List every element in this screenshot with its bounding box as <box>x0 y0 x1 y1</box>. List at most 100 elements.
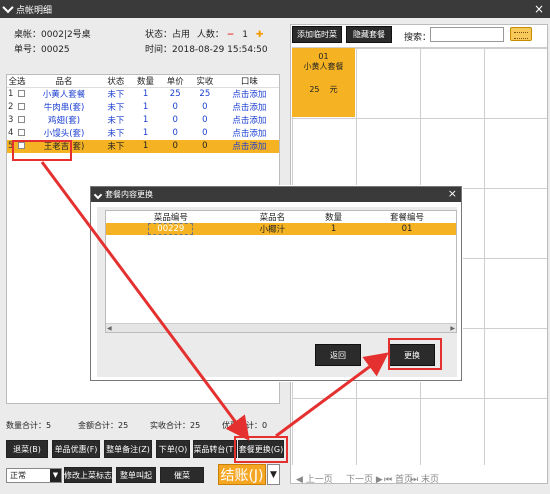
prev-page-icon: ◀ <box>296 475 303 485</box>
package-contents-table: 菜品编号 菜品名 数量 套餐编号 00229 小椰汁 1 01 <box>106 211 456 235</box>
dish-tile[interactable]: 01 小黄人套餐 25 元 <box>292 48 355 117</box>
paid-header: 实收 <box>190 75 220 88</box>
order-number-value: 00025 <box>41 45 70 55</box>
dish-name-header: 菜品名 <box>259 213 286 223</box>
table-value: 0002|2号桌 <box>41 30 91 40</box>
item-status: 未下 <box>107 103 125 113</box>
window-title: 点帐明细 <box>16 5 53 16</box>
dialog-titlebar: 套餐内容更换 × <box>91 187 461 202</box>
chevron-down-icon[interactable]: ▼ <box>50 469 61 482</box>
item-paid: 0 <box>202 115 208 125</box>
modify-serve-flag-button[interactable]: 修改上菜标志 <box>64 467 112 483</box>
whole-call-button[interactable]: 整单叫起 <box>116 467 156 483</box>
table-row[interactable]: 2 牛肉串(套) 未下 1 0 0 点击添加 <box>7 101 279 114</box>
replace-button[interactable]: 更换 <box>389 344 435 366</box>
people-plus-button[interactable]: ✚ <box>256 30 264 40</box>
dish-price-line: 25 元 <box>292 84 355 95</box>
status-header: 状态 <box>101 75 131 88</box>
close-icon[interactable]: × <box>534 2 544 16</box>
prev-page-label: 上一页 <box>305 475 333 485</box>
item-qty: 1 <box>142 89 149 100</box>
row-checkbox[interactable] <box>17 142 25 149</box>
order-note-button[interactable]: 整单备注(Z) <box>104 440 152 458</box>
scroll-right-icon[interactable]: ▶ <box>450 325 455 332</box>
hide-package-button[interactable]: 隐藏套餐 <box>346 26 392 43</box>
item-paid: 0 <box>202 102 208 112</box>
item-name: 鸡翅(套) <box>47 116 81 126</box>
paid-total-label: 实收合计： <box>150 421 190 430</box>
flavor-header: 口味 <box>219 75 279 88</box>
keyboard-icon[interactable] <box>510 27 532 41</box>
app-icon <box>2 1 14 14</box>
item-qty: 1 <box>130 139 161 153</box>
table-row-selected[interactable]: 00229 小椰汁 1 01 <box>106 223 456 235</box>
status-people-info: 状态：占用 人数： − 1 ✚ <box>145 27 263 40</box>
dish-qty-header: 数量 <box>325 213 343 223</box>
window-titlebar: 点帐明细 × <box>0 0 550 18</box>
item-paid: 0 <box>202 128 208 138</box>
back-button[interactable]: 返回 <box>315 344 361 366</box>
item-flavor-link[interactable]: 点击添加 <box>220 114 279 127</box>
item-name: 牛肉串(套) <box>43 103 85 113</box>
item-flavor-link[interactable]: 点击添加 <box>220 127 279 140</box>
next-page-icon: ▶ <box>375 475 383 485</box>
dialog-close-icon[interactable]: × <box>448 187 457 200</box>
return-dish-button[interactable]: 退菜(B) <box>6 440 48 458</box>
table-row[interactable]: 4 小馒头(套) 未下 1 0 0 点击添加 <box>7 127 279 140</box>
item-status: 未下 <box>107 116 125 126</box>
package-code-cell: 01 <box>358 223 456 235</box>
place-order-button[interactable]: 下单(O) <box>156 440 190 458</box>
item-flavor-link[interactable]: 点击添加 <box>219 139 279 153</box>
dish-code-header: 菜品编号 <box>153 213 188 223</box>
package-replace-button[interactable]: 套餐更换(G) <box>238 440 284 458</box>
horizontal-scrollbar[interactable]: ◀ ▶ <box>106 323 456 332</box>
checkout-button[interactable]: 结账(J) <box>218 464 266 485</box>
qty-total-label: 数量合计： <box>6 421 46 430</box>
scroll-left-icon[interactable]: ◀ <box>107 325 112 332</box>
item-name: 小馒头(套) <box>43 129 85 139</box>
item-qty: 1 <box>142 102 149 112</box>
row-checkbox[interactable] <box>17 116 25 123</box>
status-label: 状态： <box>145 30 173 40</box>
add-temp-dish-button[interactable]: 添加临时菜 <box>292 26 342 43</box>
row-checkbox[interactable] <box>17 129 25 136</box>
first-page-link[interactable]: ⏮ 首页 <box>384 472 413 485</box>
select-all-header[interactable]: 全选 <box>7 75 27 88</box>
table-row[interactable]: 1 小黄人套餐 未下 1 25 25 点击添加 <box>7 88 279 101</box>
item-name: 王老吉(套) <box>27 139 102 153</box>
qty-header: 数量 <box>130 75 161 88</box>
transfer-dish-button[interactable]: 菜品转台(T) <box>193 440 237 458</box>
row-index: 2 <box>8 102 14 112</box>
name-header: 品名 <box>27 75 102 88</box>
prev-page-link[interactable]: ◀ 上一页 <box>296 472 333 485</box>
item-flavor-link[interactable]: 点击添加 <box>220 101 279 114</box>
people-minus-button[interactable]: − <box>227 30 235 40</box>
item-discount-button[interactable]: 单品优惠(F) <box>52 440 100 458</box>
search-input[interactable] <box>430 27 504 42</box>
table-row-selected[interactable]: 5 王老吉(套) 未下 1 0 0 点击添加 <box>7 139 279 153</box>
paid-total: 实收合计：25 <box>150 420 200 431</box>
item-name: 小黄人套餐 <box>42 90 86 101</box>
time-info: 时间：2018-08-29 15:54:50 <box>145 42 268 55</box>
item-flavor-link[interactable]: 点击添加 <box>220 88 279 101</box>
table-header-row: 全选 品名 状态 数量 单价 实收 口味 <box>7 75 279 88</box>
next-page-label: 下一页 <box>346 475 374 485</box>
mode-select[interactable]: 正常 ▼ <box>6 468 62 483</box>
row-checkbox[interactable] <box>17 90 25 98</box>
checkout-dropdown-icon[interactable]: ▼ <box>267 464 280 485</box>
dish-code-cell[interactable]: 00229 <box>148 223 194 235</box>
last-page-icon: ⏭ <box>410 475 419 485</box>
next-page-link[interactable]: 下一页 ▶ <box>346 472 383 485</box>
row-checkbox[interactable] <box>17 103 25 110</box>
order-items-table: 全选 品名 状态 数量 单价 实收 口味 1 小黄人套餐 未下 1 25 25 … <box>7 75 279 153</box>
order-number-info: 单号：00025 <box>14 42 70 55</box>
table-row[interactable]: 3 鸡翅(套) 未下 1 0 0 点击添加 <box>7 114 279 127</box>
row-index: 5 <box>7 139 15 153</box>
people-label: 人数： <box>196 30 224 40</box>
item-qty: 1 <box>142 115 149 125</box>
last-page-link[interactable]: ⏭ 末页 <box>410 472 439 485</box>
dish-name: 小黄人套餐 <box>303 62 344 71</box>
dish-name-cell: 小椰汁 <box>235 223 310 235</box>
urge-button[interactable]: 催菜 <box>160 467 204 483</box>
discount-total-label: 优惠合计： <box>222 421 262 430</box>
